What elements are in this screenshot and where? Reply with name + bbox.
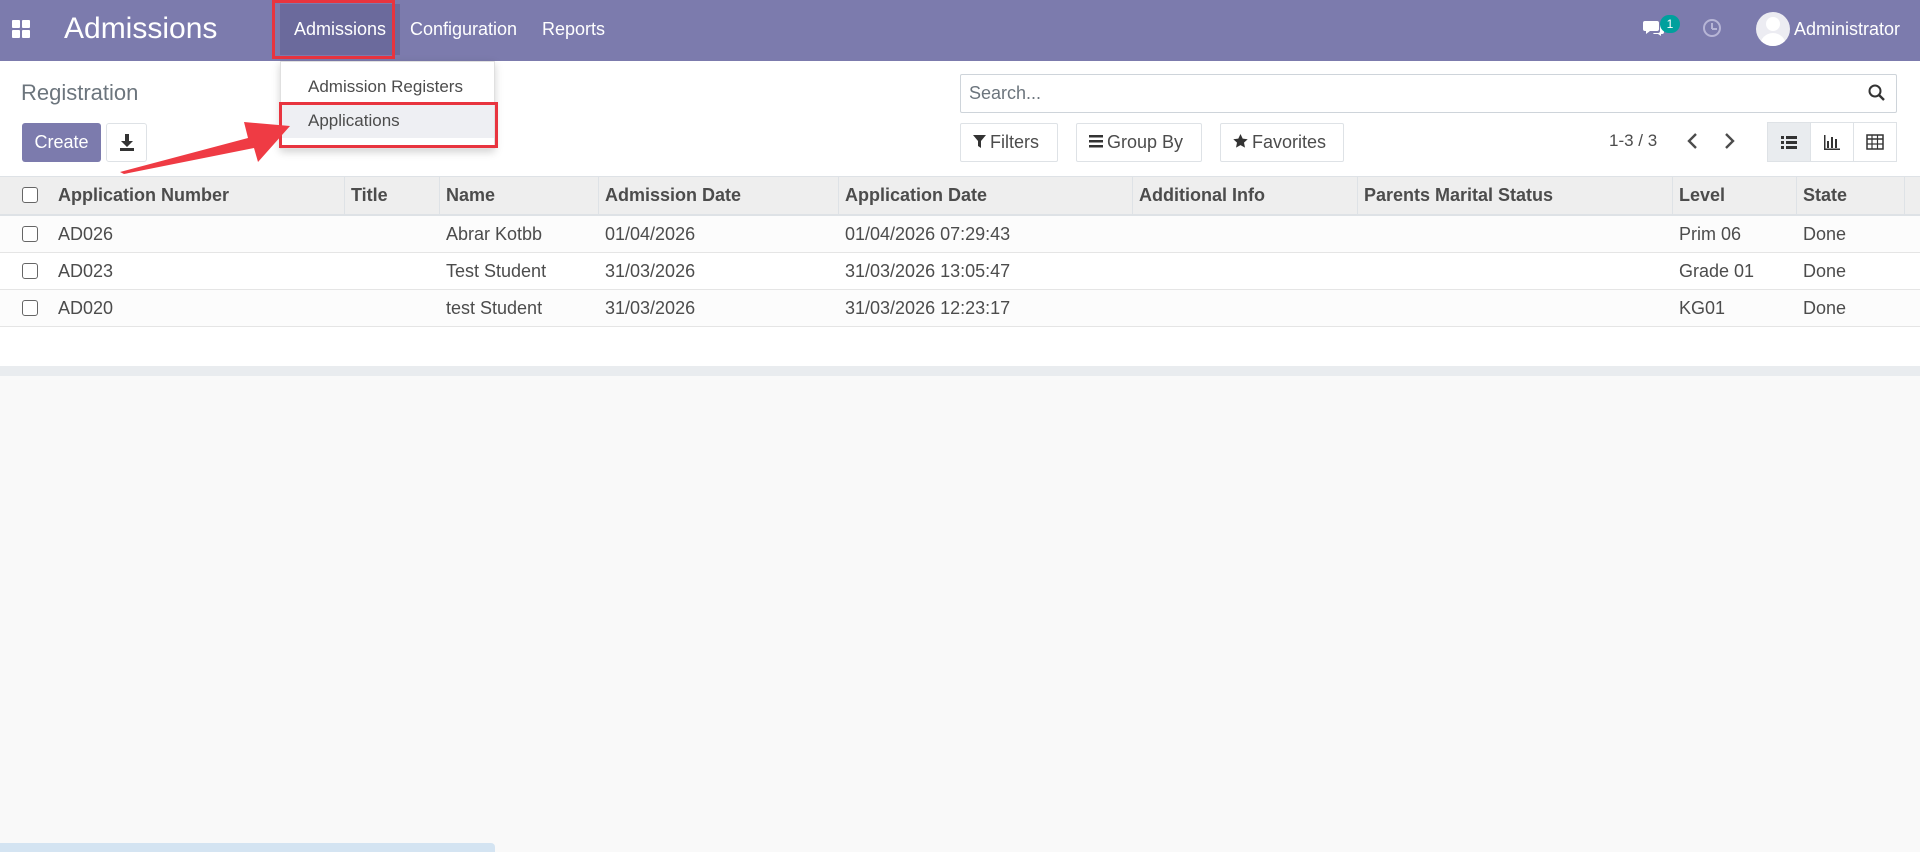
cell-level: KG01 bbox=[1679, 298, 1726, 318]
cell-name: test Student bbox=[446, 298, 543, 318]
search-input[interactable] bbox=[969, 75, 1849, 112]
menu-configuration[interactable]: Configuration bbox=[396, 0, 531, 61]
pivot-view-button[interactable] bbox=[1853, 122, 1897, 162]
column-application-number[interactable]: Application Number bbox=[52, 177, 345, 214]
graph-view-button[interactable] bbox=[1810, 122, 1854, 162]
table-row[interactable]: AD020 test Student 31/03/2026 31/03/2026… bbox=[0, 290, 1920, 327]
cell-level: Prim 06 bbox=[1679, 224, 1742, 244]
dropdown-item-admission-registers[interactable]: Admission Registers bbox=[281, 70, 494, 104]
cell-additional-info bbox=[1133, 216, 1139, 252]
group-by-button[interactable]: Group By bbox=[1076, 123, 1202, 162]
cell-additional-info bbox=[1133, 290, 1139, 326]
cell-title bbox=[345, 216, 351, 252]
column-application-date[interactable]: Application Date bbox=[839, 177, 1133, 214]
star-icon bbox=[1233, 134, 1248, 148]
cell-title bbox=[345, 253, 351, 289]
create-button[interactable]: Create bbox=[22, 123, 101, 162]
loading-bar bbox=[0, 843, 495, 852]
column-admission-date[interactable]: Admission Date bbox=[599, 177, 839, 214]
menu-reports[interactable]: Reports bbox=[528, 0, 619, 61]
export-button[interactable] bbox=[106, 123, 147, 162]
list-icon bbox=[1781, 136, 1797, 149]
cell-state: Done bbox=[1803, 298, 1847, 318]
cell-parents-marital-status bbox=[1358, 253, 1364, 289]
column-additional-info[interactable]: Additional Info bbox=[1133, 177, 1358, 214]
applications-table: Application Number Title Name Admission … bbox=[0, 177, 1920, 376]
apps-menu-icon[interactable] bbox=[12, 20, 30, 38]
chevron-left-icon[interactable] bbox=[1682, 129, 1704, 153]
cell-application-number: AD026 bbox=[58, 224, 114, 244]
cell-additional-info bbox=[1133, 253, 1139, 289]
activity-clock-icon[interactable] bbox=[1703, 19, 1721, 37]
list-view-button[interactable] bbox=[1767, 122, 1811, 162]
filters-button[interactable]: Filters bbox=[960, 123, 1058, 162]
dropdown-item-applications[interactable]: Applications bbox=[281, 104, 494, 138]
user-name[interactable]: Administrator bbox=[1794, 19, 1900, 40]
cell-name: Abrar Kotbb bbox=[446, 224, 543, 244]
cell-title bbox=[345, 290, 351, 326]
cell-application-number: AD023 bbox=[58, 261, 114, 281]
table-row[interactable]: AD023 Test Student 31/03/2026 31/03/2026… bbox=[0, 253, 1920, 290]
user-avatar[interactable] bbox=[1756, 12, 1790, 46]
cell-state: Done bbox=[1803, 261, 1847, 281]
top-navbar: Admissions Admissions Configuration Repo… bbox=[0, 0, 1920, 61]
cell-state: Done bbox=[1803, 224, 1847, 244]
favorites-label: Favorites bbox=[1252, 132, 1327, 152]
cell-name: Test Student bbox=[446, 261, 547, 281]
filters-label: Filters bbox=[990, 132, 1039, 152]
menu-admissions[interactable]: Admissions bbox=[280, 4, 401, 55]
select-all-checkbox[interactable] bbox=[22, 187, 38, 203]
pager-value[interactable]: 1-3 / 3 bbox=[1609, 131, 1657, 151]
breadcrumb-title: Registration bbox=[21, 80, 139, 105]
cell-parents-marital-status bbox=[1358, 216, 1364, 252]
bar-chart-icon bbox=[1824, 135, 1840, 150]
cell-parents-marital-status bbox=[1358, 290, 1364, 326]
column-title[interactable]: Title bbox=[345, 177, 440, 214]
cell-admission-date: 01/04/2026 bbox=[605, 224, 696, 244]
column-state[interactable]: State bbox=[1797, 177, 1905, 214]
cell-application-date: 31/03/2026 12:23:17 bbox=[845, 298, 1011, 318]
favorites-button[interactable]: Favorites bbox=[1220, 123, 1344, 162]
cell-application-number: AD020 bbox=[58, 298, 114, 318]
search-box[interactable] bbox=[960, 74, 1897, 113]
column-parents-marital-status[interactable]: Parents Marital Status bbox=[1358, 177, 1673, 214]
table-header: Application Number Title Name Admission … bbox=[0, 177, 1920, 216]
filter-icon bbox=[973, 135, 986, 148]
table-row[interactable]: AD026 Abrar Kotbb 01/04/2026 01/04/2026 … bbox=[0, 216, 1920, 253]
row-checkbox[interactable] bbox=[22, 300, 38, 316]
cell-application-date: 01/04/2026 07:29:43 bbox=[845, 224, 1011, 244]
bars-icon bbox=[1089, 135, 1103, 148]
cell-application-date: 31/03/2026 13:05:47 bbox=[845, 261, 1011, 281]
search-icon[interactable] bbox=[1868, 84, 1886, 102]
admissions-dropdown: Admission Registers Applications bbox=[280, 61, 495, 149]
table-icon bbox=[1866, 134, 1884, 150]
row-checkbox[interactable] bbox=[22, 226, 38, 242]
group-by-label: Group By bbox=[1107, 132, 1184, 152]
column-name[interactable]: Name bbox=[440, 177, 599, 214]
app-brand[interactable]: Admissions bbox=[64, 12, 217, 46]
row-checkbox[interactable] bbox=[22, 263, 38, 279]
cell-admission-date: 31/03/2026 bbox=[605, 261, 696, 281]
column-level[interactable]: Level bbox=[1673, 177, 1797, 214]
chat-count-badge: 1 bbox=[1660, 15, 1680, 33]
cell-admission-date: 31/03/2026 bbox=[605, 298, 696, 318]
cell-level: Grade 01 bbox=[1679, 261, 1755, 281]
download-icon bbox=[120, 134, 134, 151]
chevron-right-icon[interactable] bbox=[1718, 129, 1740, 153]
table-footer bbox=[0, 366, 1920, 376]
